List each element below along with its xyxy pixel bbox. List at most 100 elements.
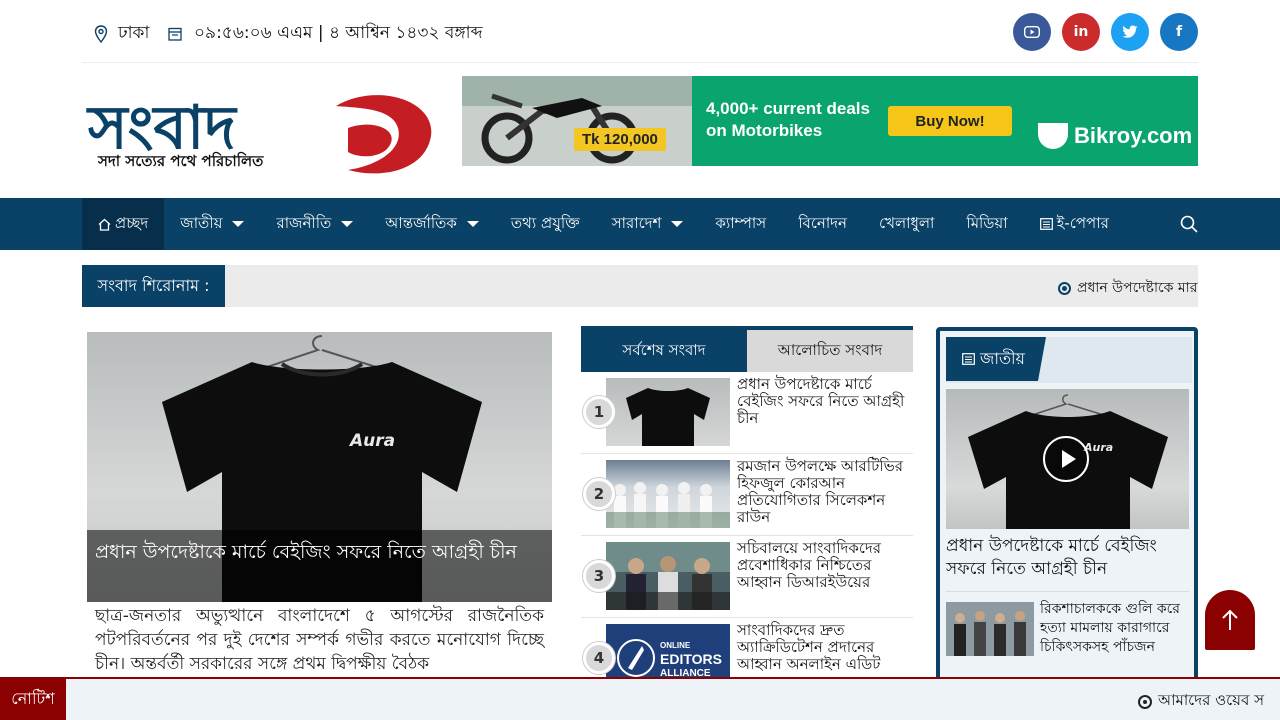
date-time-text: ০৯:৫৬:০৬ এএম | ৪ আশ্বিন ১৪৩২ বঙ্গাব্দ [194,23,483,43]
list-item-thumbnail: ONLINE EDITORS ALLIANCE [606,624,730,678]
svg-text:Aura: Aura [348,431,395,451]
nav-label: ই-পেপার [1056,213,1109,232]
location-text: ঢাকা [118,23,150,43]
ad-text: 4,000+ current deals on Motorbikes [706,99,870,140]
chevron-down-icon [466,221,479,227]
notice-text: আমাদের ওয়েব স [1158,691,1265,709]
bullet-icon [1058,281,1071,295]
chevron-down-icon [671,221,684,227]
bullet-icon [1138,694,1152,709]
nav-item-sports[interactable]: খেলাধুলা [863,198,950,250]
logo-mark: সংবাদ সদা সত্যের পথে পরিচালিত [86,93,432,174]
ad-banner[interactable]: Tk 120,000 4,000+ current deals on Motor… [462,76,1198,166]
list-item-title[interactable]: রমজান উপলক্ষে আরটিভির হিফজুল কোরআন প্রতি… [737,458,913,526]
search-icon[interactable] [1180,215,1198,233]
calendar-icon [168,27,182,41]
tab-latest[interactable]: সর্বশেষ সংবাদ [581,330,747,372]
chevron-down-icon [232,221,245,227]
site-logo[interactable]: সংবাদ সদা সত্যের পথে পরিচালিত [86,88,436,180]
list-item-number: 4 [583,642,615,674]
home-icon [98,218,111,231]
twitter-button[interactable] [1111,13,1149,51]
list-item-thumbnail [606,542,730,610]
list-item[interactable]: 3 সচিবালয়ে সাংবাদিকদের প্রবেশাধিকার নিশ… [581,536,913,618]
nav-label: প্রচ্ছদ [115,213,149,232]
nav-label: আন্তর্জাতিক [385,213,457,232]
twitter-icon [1122,25,1138,38]
nav-label: মিডিয়া [966,213,1008,232]
nav-item-country[interactable]: সারাদেশ [596,198,700,250]
ad-motorbike-image: Tk 120,000 [462,76,692,166]
date-time: ০৯:৫৬:০৬ এএম | ৪ আশ্বিন ১৪৩২ বঙ্গাব্দ [168,20,483,48]
category-main-image[interactable]: Aura [946,389,1189,529]
bikroy-logo-icon [1038,123,1068,149]
ticker-item[interactable]: প্রধান উপদেষ্টাকে মার [1058,276,1197,300]
chevron-down-icon [341,221,354,227]
list-item-title[interactable]: সাংবাদিকদের দ্রুত অ্যাক্রিডিটেশন প্রদানে… [737,622,913,673]
latest-news-list: 1 প্রধান উপদেষ্টাকে মার্চে বেইজিং সফরে ন… [581,372,913,678]
list-item[interactable]: 2 রমজান উপলক্ষে আরটিভির হিফজুল কোরআন প্র… [581,454,913,536]
nav-item-home[interactable]: প্রচ্ছদ [82,198,165,250]
nav-item-tech[interactable]: তথ্য প্রযুক্তি [495,198,596,250]
lead-story-title[interactable]: প্রধান উপদেষ্টাকে মার্চে বেইজিং সফরে নিত… [87,530,552,602]
nav-item-national[interactable]: জাতীয় [164,198,260,250]
facebook-button[interactable]: f [1160,13,1198,51]
list-item-title[interactable]: সচিবালয়ে সাংবাদিকদের প্রবেশাধিকার নিশ্চ… [737,540,913,591]
notice-item[interactable]: আমাদের ওয়েব স [1138,689,1264,714]
nav-item-epaper[interactable]: ই-পেপার [1024,198,1125,250]
nav-label: বিনোদন [798,213,848,232]
list-item[interactable]: 1 প্রধান উপদেষ্টাকে মার্চে বেইজিং সফরে ন… [581,372,913,454]
nav-item-politics[interactable]: রাজনীতি [260,198,369,250]
nav-label: ক্যাম্পাস [715,213,767,232]
youtube-icon [1024,26,1040,38]
category-main-title[interactable]: প্রধান উপদেষ্টাকে মার্চে বেইজিং সফরে নিত… [946,535,1189,587]
list-item-thumbnail [606,460,730,528]
category-tag[interactable]: জাতীয় [946,337,1046,381]
ad-buy-button[interactable]: Buy Now! [888,106,1012,136]
nav-item-media[interactable]: মিডিয়া [950,198,1023,250]
list-item-title[interactable]: প্রধান উপদেষ্টাকে মার্চে বেইজিং সফরে নিত… [737,376,913,427]
svg-text:সদা সত্যের পথে পরিচালিত: সদা সত্যের পথে পরিচালিত [97,151,264,170]
social-links: in f [1013,13,1198,51]
back-to-top-button[interactable] [1205,590,1255,650]
category-sub-item[interactable]: রিকশাচালককে গুলি করে হত্যা মামলায় কারাগ… [946,591,1189,661]
list-item-number: 3 [583,560,615,592]
location: ঢাকা [94,20,149,48]
youtube-button[interactable] [1013,13,1051,51]
ad-brand: Bikroy.com [1038,106,1192,166]
nav-item-entertainment[interactable]: বিনোদন [782,198,863,250]
news-tabs: সর্বশেষ সংবাদ আলোচিত সংবাদ [581,326,913,372]
nav-label: তথ্য প্রযুক্তি [510,213,580,232]
list-item-number: 2 [583,478,615,510]
map-pin-icon [94,25,108,43]
category-box-national: জাতীয় Aura প্রধান উপদেষ্টাকে মার্চে বেই… [936,327,1198,687]
newspaper-icon [962,353,975,365]
arrow-up-icon [1222,609,1238,630]
category-label: জাতীয় [980,348,1025,368]
linkedin-icon: in [1073,24,1089,40]
list-item[interactable]: ONLINE EDITORS ALLIANCE 4 সাংবাদিকদের দ্… [581,618,913,678]
lead-story-excerpt: ছাত্র-জনতার অভ্যুত্থানে বাংলাদেশে ৫ আগস্… [95,606,544,674]
svg-text:EDITORS: EDITORS [660,651,722,667]
notice-bar: নোটিশ আমাদের ওয়েব স [0,677,1280,720]
notice-label: নোটিশ [0,679,66,720]
nav-item-international[interactable]: আন্তর্জাতিক [369,198,495,250]
ticker-text: প্রধান উপদেষ্টাকে মার [1077,280,1198,296]
category-sub-thumbnail [946,602,1034,656]
main-nav: প্রচ্ছদ জাতীয় রাজনীতি আন্তর্জাতিক তথ্য … [0,198,1280,250]
nav-label: রাজনীতি [276,213,332,232]
page: ঢাকা ০৯:৫৬:০৬ এএম | ৪ আশ্বিন ১৪৩২ বঙ্গাব… [0,0,1280,720]
tab-popular[interactable]: আলোচিত সংবাদ [747,330,913,372]
headline-ticker: সংবাদ শিরোনাম : প্রধান উপদেষ্টাকে মার [82,265,1198,307]
list-item-number: 1 [583,396,615,428]
list-item-thumbnail [606,378,730,446]
category-sub-title[interactable]: রিকশাচালককে গুলি করে হত্যা মামলায় কারাগ… [1040,600,1190,657]
play-icon[interactable] [1043,436,1089,482]
newspaper-icon [1039,218,1053,230]
nav-item-campus[interactable]: ক্যাম্পাস [699,198,782,250]
svg-text:ONLINE: ONLINE [660,641,691,650]
category-header: জাতীয় [946,337,1192,383]
ad-brand-text: Bikroy.com [1074,123,1193,148]
lead-story[interactable]: Aura প্রধান উপদেষ্টাকে মার্চে বেইজিং সফর… [87,332,552,678]
linkedin-button[interactable]: in [1062,13,1100,51]
